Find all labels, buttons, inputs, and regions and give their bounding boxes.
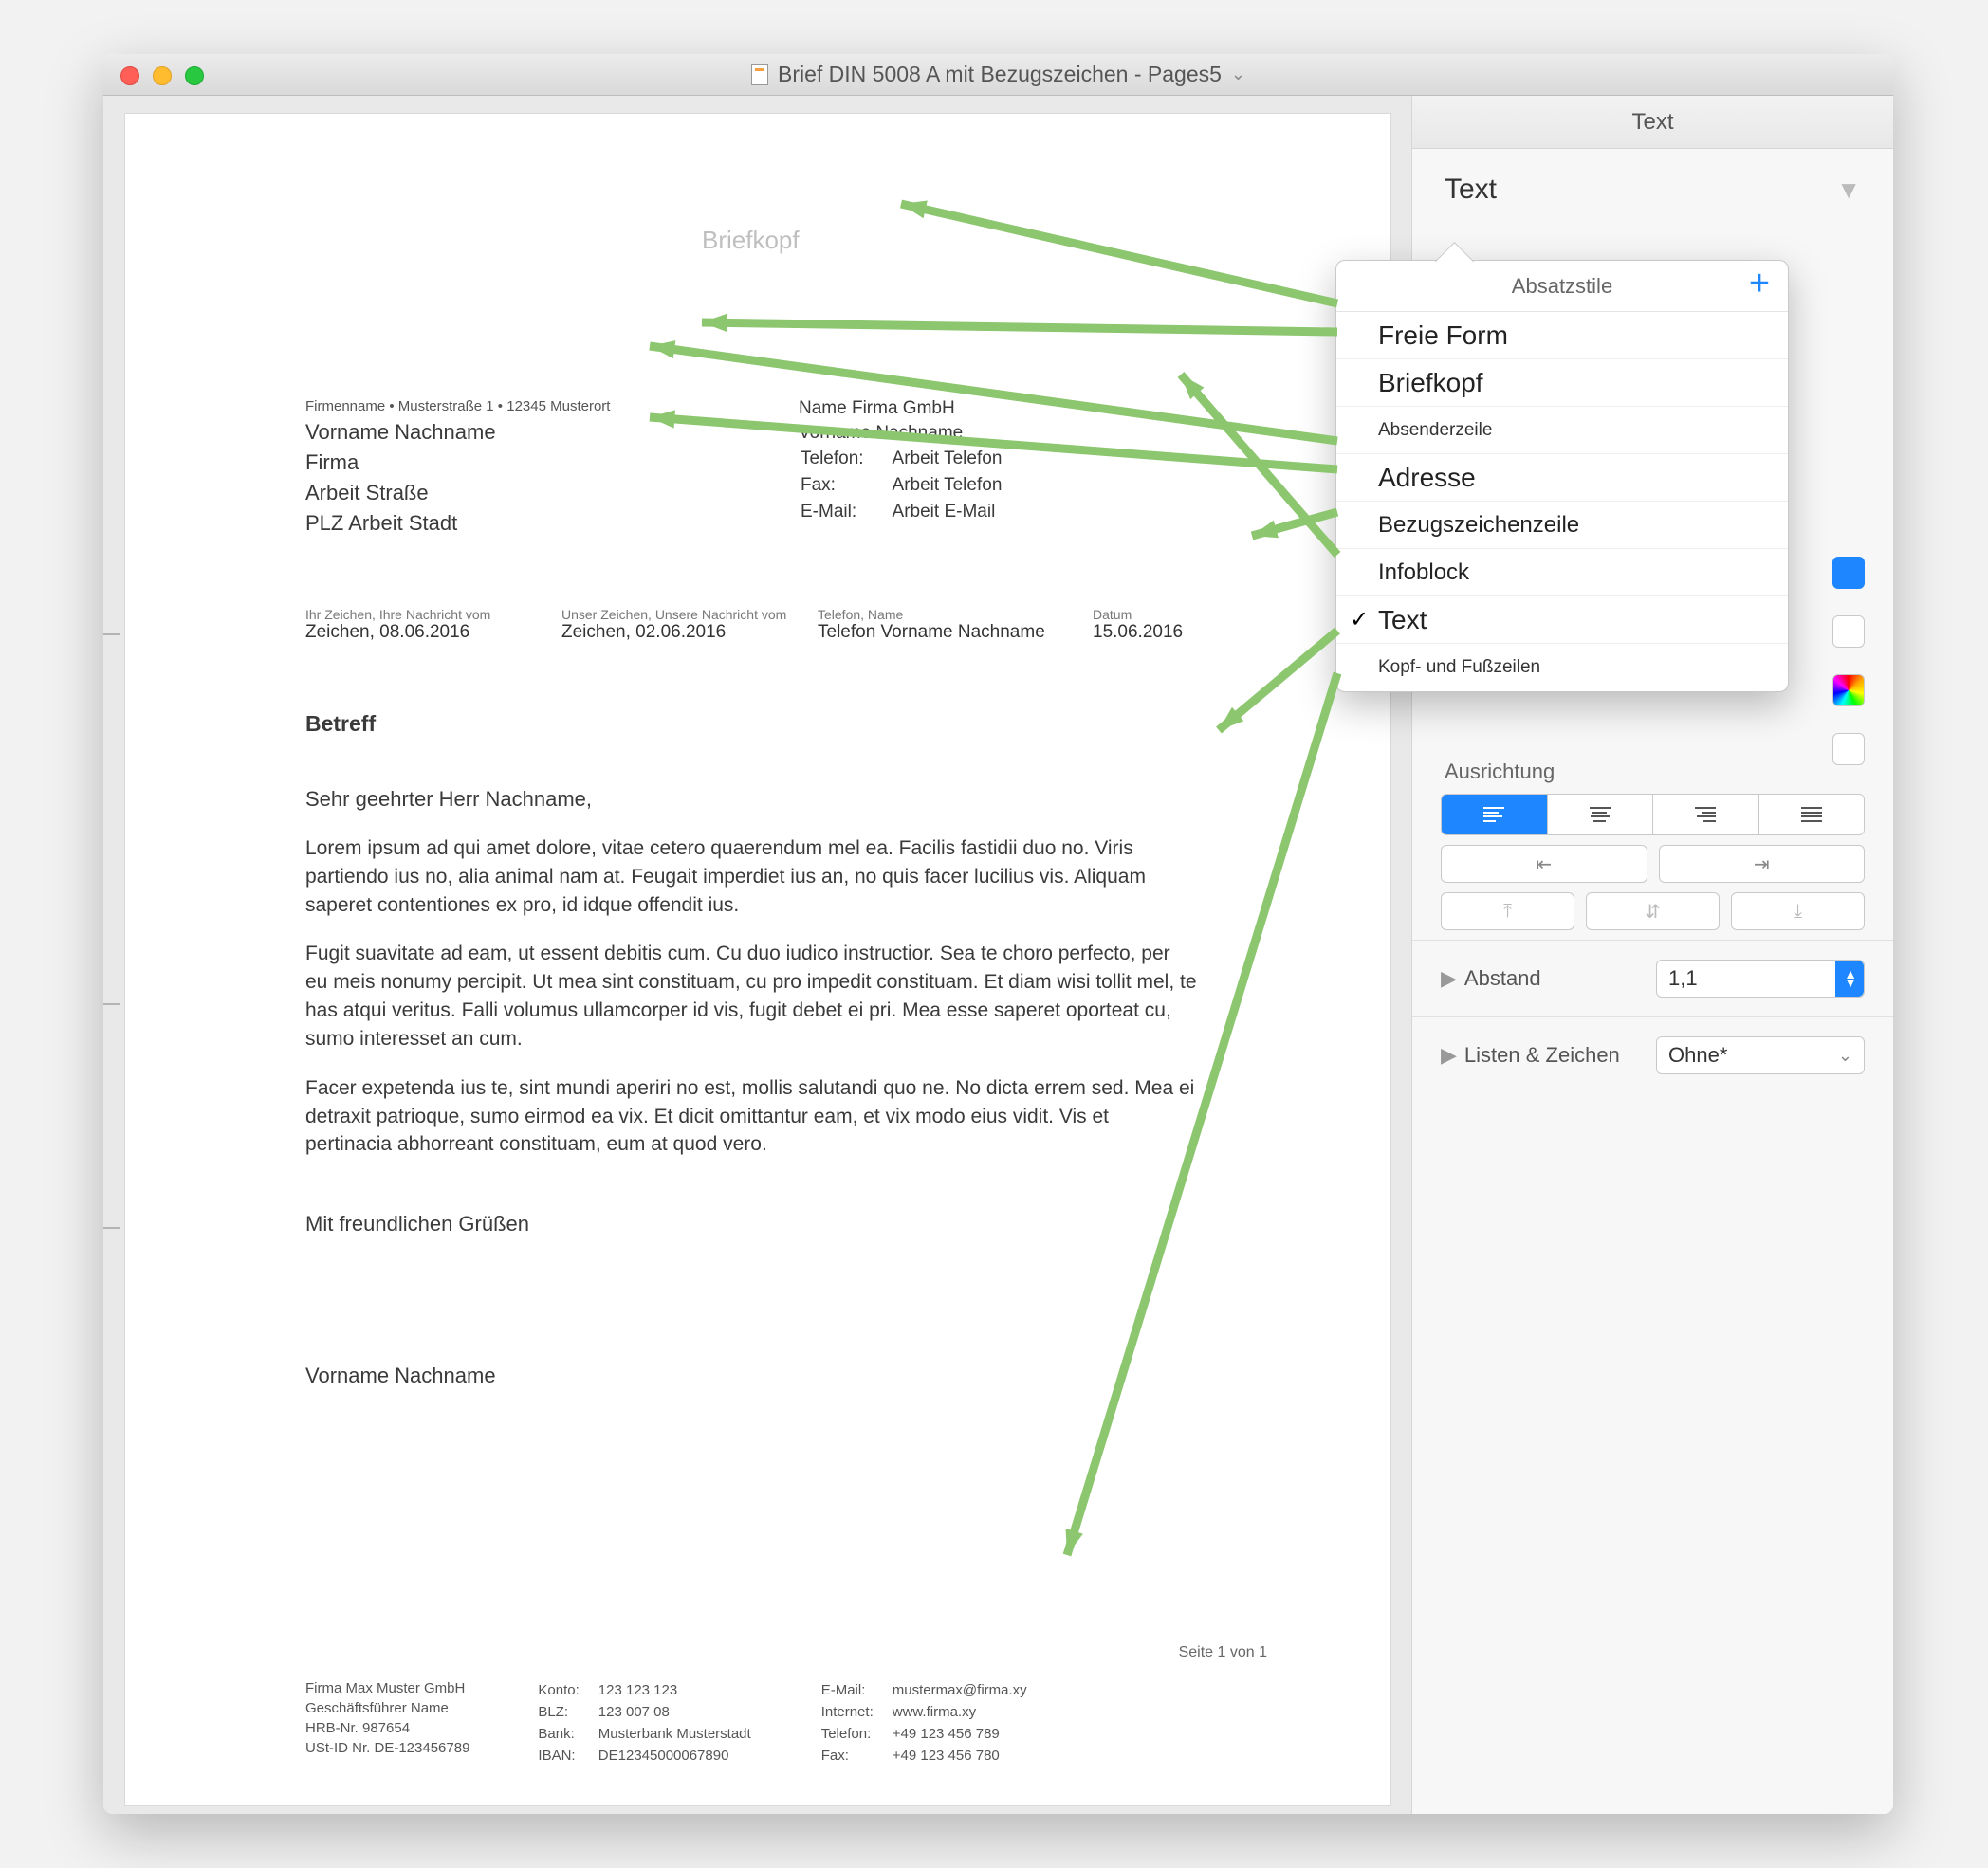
titlebar: Brief DIN 5008 A mit Bezugszeichen - Pag… [103, 54, 1893, 96]
current-style-name: Text [1445, 174, 1497, 206]
salutation[interactable]: Sehr geehrter Herr Nachname, [305, 787, 592, 812]
reference-item: Telefon, NameTelefon Vorname Nachname [818, 607, 1045, 643]
align-justify-button[interactable] [1759, 795, 1865, 834]
valign-top-button[interactable]: ⤒ [1441, 892, 1574, 930]
footer-row: Telefon:+49 123 456 789 [821, 1724, 1027, 1744]
footer-line: HRB-Nr. 987654 [305, 1718, 469, 1738]
footer-row: IBAN:DE12345000067890 [538, 1746, 750, 1766]
add-style-button[interactable]: + [1744, 270, 1775, 301]
document-canvas[interactable]: Briefkopf Firmenname • Musterstraße 1 • … [103, 96, 1411, 1814]
alignment-section-title: Ausrichtung [1412, 742, 1893, 794]
footer-line: USt-ID Nr. DE-123456789 [305, 1738, 469, 1758]
page: Briefkopf Firmenname • Musterstraße 1 • … [124, 113, 1391, 1806]
info-person: Vorname Nachname [799, 421, 1003, 446]
vertical-align-group: ⤒ ⇵ ⤓ [1441, 892, 1865, 930]
align-right-button[interactable] [1653, 795, 1759, 834]
footer-row: Bank:Musterbank Musterstadt [538, 1724, 750, 1744]
text-color-button[interactable] [1832, 674, 1865, 706]
footer-row: Internet:www.firma.xy [821, 1702, 1027, 1722]
window-title: Brief DIN 5008 A mit Bezugszeichen - Pag… [778, 62, 1222, 87]
subject[interactable]: Betreff [305, 711, 376, 737]
footer-line: Geschäftsführer Name [305, 1698, 469, 1718]
outdent-button[interactable]: ⇤ [1441, 845, 1647, 883]
margin-mark [103, 1227, 120, 1229]
info-row: Telefon:Arbeit Telefon [801, 447, 1002, 471]
briefkopf-placeholder[interactable]: Briefkopf [702, 226, 800, 255]
style-option[interactable]: Infoblock [1336, 549, 1788, 596]
page-number: Seite 1 von 1 [1179, 1644, 1267, 1661]
text-style-button[interactable] [1832, 615, 1865, 648]
document-icon [751, 64, 768, 85]
disclosure-icon: ▶ [1441, 966, 1457, 990]
reference-item: Unser Zeichen, Unsere Nachricht vomZeich… [561, 607, 786, 643]
footer-row: Konto:123 123 123 [538, 1680, 750, 1700]
addr-street: Arbeit Straße [305, 478, 496, 508]
title-dropdown-icon[interactable]: ⌄ [1231, 64, 1245, 84]
traffic-lights [120, 66, 204, 85]
stepper-icon: ▲▼ [1844, 970, 1857, 987]
spacing-section[interactable]: ▶ Abstand 1,1 ▲▼ [1412, 940, 1893, 1016]
popover-title: Absatzstile [1512, 274, 1612, 299]
addr-city: PLZ Arbeit Stadt [305, 508, 496, 539]
line-spacing-value: 1,1 [1668, 966, 1698, 991]
list-style-select[interactable]: Ohne* ⌄ [1656, 1036, 1865, 1074]
paragraph-styles-popover: Absatzstile + Freie FormBriefkopfAbsende… [1335, 260, 1789, 692]
sender-line[interactable]: Firmenname • Musterstraße 1 • 12345 Must… [305, 398, 610, 414]
info-block[interactable]: Name Firma GmbH Vorname Nachname Telefon… [799, 396, 1003, 525]
margin-mark [103, 1003, 120, 1005]
paragraph-style-selector[interactable]: Text ▼ [1412, 149, 1893, 230]
footer-row: BLZ:123 007 08 [538, 1702, 750, 1722]
body-paragraph: Lorem ipsum ad qui amet dolore, vitae ce… [305, 834, 1197, 919]
footer-row: Fax:+49 123 456 780 [821, 1746, 1027, 1766]
address-block[interactable]: Vorname Nachname Firma Arbeit Straße PLZ… [305, 417, 496, 539]
list-style-value: Ohne* [1668, 1043, 1727, 1068]
inspector-tab-text[interactable]: Text [1412, 96, 1893, 149]
style-option[interactable]: Freie Form [1336, 312, 1788, 359]
reference-item: Datum15.06.2016 [1093, 607, 1183, 643]
style-option[interactable]: Adresse [1336, 454, 1788, 502]
info-company: Name Firma GmbH [799, 396, 1003, 421]
font-size-stepper[interactable] [1832, 557, 1865, 589]
align-center-button[interactable] [1548, 795, 1654, 834]
style-option[interactable]: Bezugszeichenzeile [1336, 502, 1788, 549]
chevron-down-icon: ⌄ [1838, 1046, 1852, 1066]
footer-line: Firma Max Muster GmbH [305, 1678, 469, 1698]
style-option[interactable]: Text [1336, 596, 1788, 644]
addr-company: Firma [305, 448, 496, 478]
valign-middle-button[interactable]: ⇵ [1586, 892, 1720, 930]
body-text[interactable]: Lorem ipsum ad qui amet dolore, vitae ce… [305, 834, 1197, 1180]
maximize-button[interactable] [185, 66, 204, 85]
info-row: Fax:Arbeit Telefon [801, 473, 1002, 498]
valign-bottom-button[interactable]: ⤓ [1731, 892, 1865, 930]
minimize-button[interactable] [153, 66, 172, 85]
indent-group: ⇤ ⇥ [1441, 845, 1865, 883]
lists-label: Listen & Zeichen [1464, 1043, 1620, 1067]
signature[interactable]: Vorname Nachname [305, 1364, 496, 1388]
style-option[interactable]: Briefkopf [1336, 359, 1788, 407]
line-spacing-select[interactable]: 1,1 ▲▼ [1656, 960, 1865, 998]
style-option[interactable]: Absenderzeile [1336, 407, 1788, 454]
footer[interactable]: Firma Max Muster GmbHGeschäftsführer Nam… [305, 1678, 1305, 1767]
chevron-down-icon: ▼ [1836, 175, 1861, 205]
disclosure-icon: ▶ [1441, 1043, 1457, 1067]
body-paragraph: Fugit suavitate ad eam, ut essent debiti… [305, 940, 1197, 1053]
margin-mark [103, 633, 120, 635]
style-option[interactable]: Kopf- und Fußzeilen [1336, 644, 1788, 691]
align-left-button[interactable] [1442, 795, 1548, 834]
more-options-button[interactable] [1832, 733, 1865, 765]
indent-button[interactable]: ⇥ [1659, 845, 1866, 883]
spacing-label: Abstand [1464, 966, 1541, 990]
footer-row: E-Mail:mustermax@firma.xy [821, 1680, 1027, 1700]
closing[interactable]: Mit freundlichen Grüßen [305, 1212, 529, 1236]
addr-name: Vorname Nachname [305, 417, 496, 448]
info-row: E-Mail:Arbeit E-Mail [801, 500, 1002, 524]
close-button[interactable] [120, 66, 139, 85]
lists-section[interactable]: ▶ Listen & Zeichen Ohne* ⌄ [1412, 1016, 1893, 1093]
text-align-group [1441, 794, 1865, 835]
body-paragraph: Facer expetenda ius te, sint mundi aperi… [305, 1074, 1197, 1159]
reference-item: Ihr Zeichen, Ihre Nachricht vomZeichen, … [305, 607, 490, 643]
